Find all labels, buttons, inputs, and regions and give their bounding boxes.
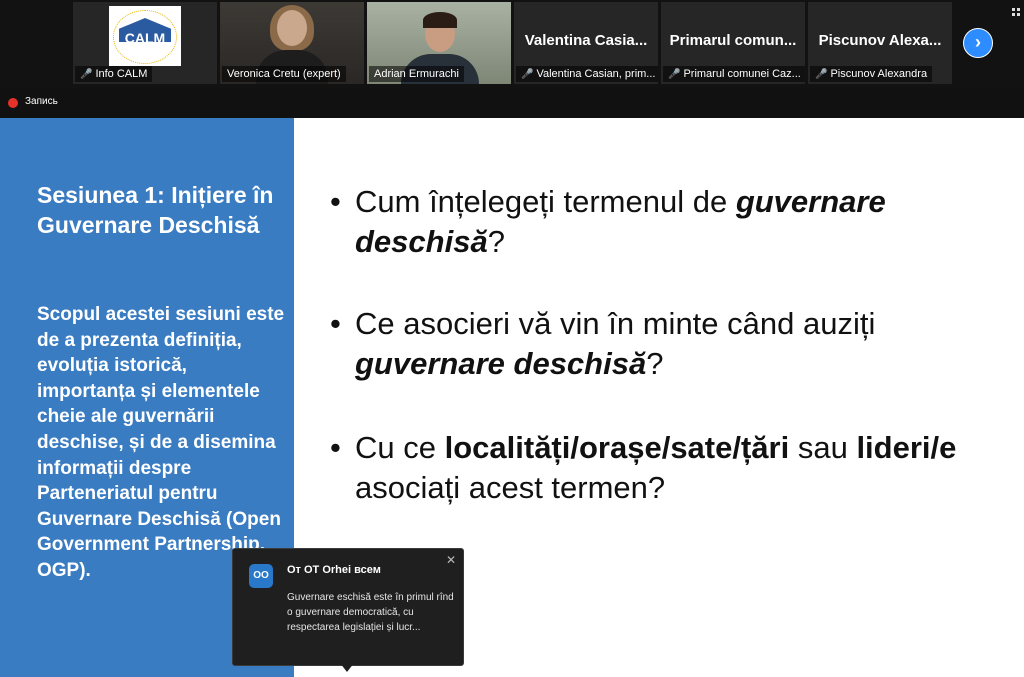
bullet-emphasis: localități/orașe/sate/țări bbox=[444, 430, 790, 465]
chat-pointer bbox=[340, 663, 354, 672]
bullet-text: ? bbox=[646, 346, 664, 381]
participant-label: Adrian Ermurachi bbox=[369, 66, 464, 82]
participant-big-name: Primarul comun... bbox=[669, 32, 797, 49]
chat-sender: От OT Orhei всем bbox=[287, 564, 381, 576]
participant-big-name: Valentina Casia... bbox=[524, 32, 648, 49]
participant-tile-info-calm[interactable]: CALM 🎤 Info CALM bbox=[73, 2, 217, 84]
participant-name: Veronica Cretu (expert) bbox=[227, 68, 341, 80]
mic-off-icon: 🎤 bbox=[80, 69, 93, 80]
participant-tile-adrian[interactable]: Adrian Ermurachi bbox=[367, 2, 511, 84]
participant-label: Veronica Cretu (expert) bbox=[222, 66, 346, 82]
chat-notification[interactable]: OO От OT Orhei всем ✕ Guvernare eschisă … bbox=[232, 548, 464, 666]
recording-label: Запись bbox=[25, 96, 58, 107]
bullet-emphasis: guvernare deschisă bbox=[355, 346, 647, 381]
participant-name: Info CALM bbox=[95, 68, 148, 80]
bullet-icon: • bbox=[330, 184, 341, 219]
participant-name: Valentina Casian, prim... bbox=[536, 68, 656, 80]
participant-label: 🎤 Primarul comunei Caz... bbox=[663, 66, 805, 82]
bullet-text: Cu ce bbox=[355, 430, 445, 465]
gallery-view-icon[interactable] bbox=[1012, 8, 1022, 18]
participant-big-name: Piscunov Alexa... bbox=[818, 32, 942, 49]
participant-label: 🎤 Valentina Casian, prim... bbox=[516, 66, 658, 82]
participant-tile-veronica[interactable]: Veronica Cretu (expert) bbox=[220, 2, 364, 84]
bullet-emphasis: lideri/e bbox=[856, 430, 957, 465]
participant-name: Primarul comunei Caz... bbox=[683, 68, 801, 80]
mic-off-icon: 🎤 bbox=[668, 69, 681, 80]
participant-tile-primarul[interactable]: Primarul comun... 🎤 Primarul comunei Caz.… bbox=[661, 2, 805, 84]
bullet-text: Ce asocieri vă vin în minte când auziți bbox=[355, 306, 876, 341]
participant-name: Piscunov Alexandra bbox=[830, 68, 928, 80]
participant-tile-piscunov[interactable]: Piscunov Alexa... 🎤 Piscunov Alexandra bbox=[808, 2, 952, 84]
sender-avatar: OO bbox=[249, 564, 273, 588]
record-icon[interactable] bbox=[8, 98, 18, 108]
participant-strip: CALM 🎤 Info CALM Veronica Cretu (expert) … bbox=[0, 0, 1024, 88]
mic-off-icon: 🎤 bbox=[521, 69, 534, 80]
participant-name: Adrian Ermurachi bbox=[374, 68, 459, 80]
participant-tile-valentina[interactable]: Valentina Casia... 🎤 Valentina Casian, pr… bbox=[514, 2, 658, 84]
bullet-icon: • bbox=[330, 430, 341, 465]
video-person-hair bbox=[423, 12, 457, 28]
bullet-text: asociați acest termen? bbox=[355, 470, 666, 505]
bullet-text: ? bbox=[487, 224, 505, 259]
close-icon[interactable]: ✕ bbox=[446, 553, 456, 567]
slide-description: Scopul acestei sesiuni este de a prezent… bbox=[37, 304, 285, 581]
recording-bar: Запись bbox=[0, 88, 1024, 118]
mic-off-icon: 🎤 bbox=[815, 69, 828, 80]
bullet-text: Cum înțelegeți termenul de bbox=[355, 184, 736, 219]
bullet-icon: • bbox=[330, 306, 341, 341]
calm-logo: CALM bbox=[109, 6, 181, 66]
next-participants-button[interactable]: › bbox=[963, 28, 993, 58]
chat-message: Guvernare eschisă este în primul rînd o … bbox=[287, 592, 454, 633]
slide-title: Sesiunea 1: Inițiere în Guvernare Deschi… bbox=[37, 182, 274, 238]
video-person-head bbox=[277, 10, 307, 46]
participant-label: 🎤 Piscunov Alexandra bbox=[810, 66, 933, 82]
logo-text: CALM bbox=[124, 30, 166, 46]
bullet-text: sau bbox=[789, 430, 857, 465]
participant-label: 🎤 Info CALM bbox=[75, 66, 153, 82]
shared-slide: Sesiunea 1: Inițiere în Guvernare Deschi… bbox=[0, 118, 1024, 677]
